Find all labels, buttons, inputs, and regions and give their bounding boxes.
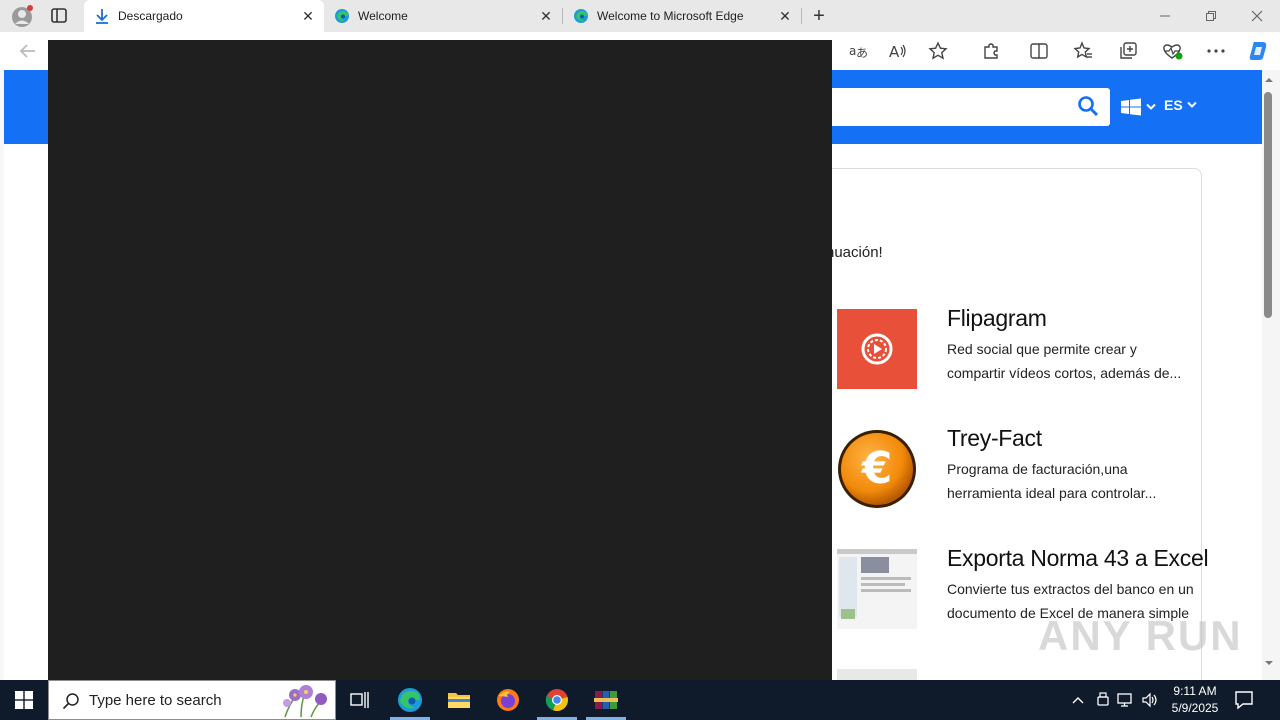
chevron-down-icon <box>1186 101 1197 108</box>
favorite-star-icon[interactable] <box>927 40 949 62</box>
taskbar-chrome[interactable] <box>533 680 581 720</box>
tab-descargado[interactable]: Descargado ✕ <box>84 0 324 32</box>
platform-selector[interactable] <box>1120 96 1156 118</box>
app-description: Red social que permite crear y compartir… <box>947 341 1182 381</box>
app-description: Programa de facturación,una herramienta … <box>947 461 1157 501</box>
restore-button[interactable] <box>1188 0 1234 32</box>
start-button[interactable] <box>0 680 48 720</box>
task-view-icon <box>350 692 369 708</box>
flowers-decoration-icon <box>283 685 327 718</box>
app-name[interactable]: Exporta Norma 43 a Excel <box>947 545 1209 572</box>
show-hidden-icons-button[interactable] <box>1070 690 1086 710</box>
collections-icon[interactable] <box>1117 40 1139 62</box>
extensions-icon[interactable] <box>980 40 1002 62</box>
translate-icon[interactable]: aあ <box>847 40 869 62</box>
winrar-icon <box>594 691 618 709</box>
tab-welcome-edge[interactable]: Welcome to Microsoft Edge ✕ <box>563 0 801 32</box>
list-item[interactable]: Flipagram Red social que permite crear y… <box>837 305 1197 393</box>
language-label: ES <box>1164 97 1183 113</box>
clock-time: 9:11 AM <box>1173 684 1217 698</box>
clock-date: 5/9/2025 <box>1171 701 1219 715</box>
intro-text: nuación! <box>826 244 883 261</box>
new-tab-button[interactable]: + <box>808 5 830 27</box>
edge-icon <box>335 9 349 23</box>
chevron-down-icon <box>1146 103 1156 110</box>
volume-icon[interactable] <box>1141 690 1159 710</box>
tab-actions-icon[interactable] <box>50 7 70 25</box>
tab-strip: Descargado ✕ Welcome ✕ Welcome to Micros… <box>0 0 1280 32</box>
close-tab-icon[interactable]: ✕ <box>538 8 554 24</box>
favorites-icon[interactable] <box>1072 40 1094 62</box>
scrollbar-thumb[interactable] <box>1264 92 1272 318</box>
flipagram-logo <box>837 309 917 389</box>
search-icon[interactable] <box>1076 94 1100 118</box>
blank-dark-window <box>48 40 832 680</box>
tab-separator <box>801 8 802 24</box>
folder-icon <box>448 693 470 708</box>
next-app-thumb <box>837 669 917 680</box>
watermark: ANY RUN <box>1038 612 1243 659</box>
svg-text:あ: あ <box>856 46 868 60</box>
scroll-up-icon[interactable] <box>1264 76 1274 84</box>
tray-usb-icon[interactable] <box>1095 690 1111 710</box>
app-name[interactable]: Flipagram <box>947 305 1047 332</box>
edge-icon <box>574 9 588 23</box>
split-screen-icon[interactable] <box>1028 40 1050 62</box>
browser-essentials-icon[interactable] <box>1161 40 1183 62</box>
tab-title: Descargado <box>118 9 183 23</box>
taskbar-winrar[interactable] <box>582 680 630 720</box>
spreadsheet-screenshot <box>837 549 917 629</box>
network-icon[interactable] <box>1117 690 1135 710</box>
windows-logo-icon <box>15 691 33 709</box>
tab-welcome[interactable]: Welcome ✕ <box>324 0 562 32</box>
more-options-icon[interactable] <box>1205 40 1227 62</box>
app-name[interactable]: Trey-Fact <box>947 425 1042 452</box>
firefox-icon <box>497 689 519 711</box>
taskbar-file-explorer[interactable] <box>435 680 483 720</box>
chrome-icon <box>545 689 568 712</box>
chevron-up-icon <box>1072 697 1084 704</box>
copilot-icon[interactable] <box>1246 39 1270 63</box>
edge-icon <box>398 688 422 712</box>
back-arrow-icon[interactable] <box>18 41 38 61</box>
minimize-icon <box>1160 15 1170 17</box>
tab-title: Welcome to Microsoft Edge <box>597 9 744 23</box>
close-tab-icon[interactable]: ✕ <box>300 8 316 24</box>
close-icon <box>1251 10 1263 22</box>
close-window-button[interactable] <box>1234 0 1280 32</box>
restore-icon <box>1206 11 1216 21</box>
taskbar: Type here to search 9:11 AM 5/9/2025 <box>0 680 1280 720</box>
euro-coin-logo: € <box>838 430 916 508</box>
language-selector[interactable]: ES <box>1164 97 1197 113</box>
close-tab-icon[interactable]: ✕ <box>777 8 793 24</box>
taskbar-edge[interactable] <box>386 680 434 720</box>
task-view-button[interactable] <box>336 680 384 720</box>
site-search-input[interactable] <box>784 88 1110 126</box>
taskbar-firefox[interactable] <box>484 680 532 720</box>
taskbar-search-input[interactable]: Type here to search <box>48 680 336 720</box>
minimize-button[interactable] <box>1142 0 1188 32</box>
svg-text:€: € <box>861 443 893 494</box>
windows-logo-icon <box>1121 98 1141 116</box>
system-clock[interactable]: 9:11 AM 5/9/2025 <box>1160 683 1230 717</box>
download-icon <box>96 9 108 24</box>
scroll-down-icon[interactable] <box>1264 659 1274 667</box>
tab-title: Welcome <box>358 9 408 23</box>
profile-icon[interactable] <box>10 5 34 27</box>
list-item[interactable]: € Trey-Fact Programa de facturación,una … <box>837 425 1197 513</box>
read-aloud-icon[interactable]: A <box>887 40 909 62</box>
notifications-icon[interactable] <box>1232 690 1256 710</box>
search-icon <box>62 693 79 710</box>
svg-text:A: A <box>889 43 900 60</box>
search-placeholder: Type here to search <box>89 692 222 709</box>
desktop: Descargado ✕ Welcome ✕ Welcome to Micros… <box>0 0 1280 720</box>
